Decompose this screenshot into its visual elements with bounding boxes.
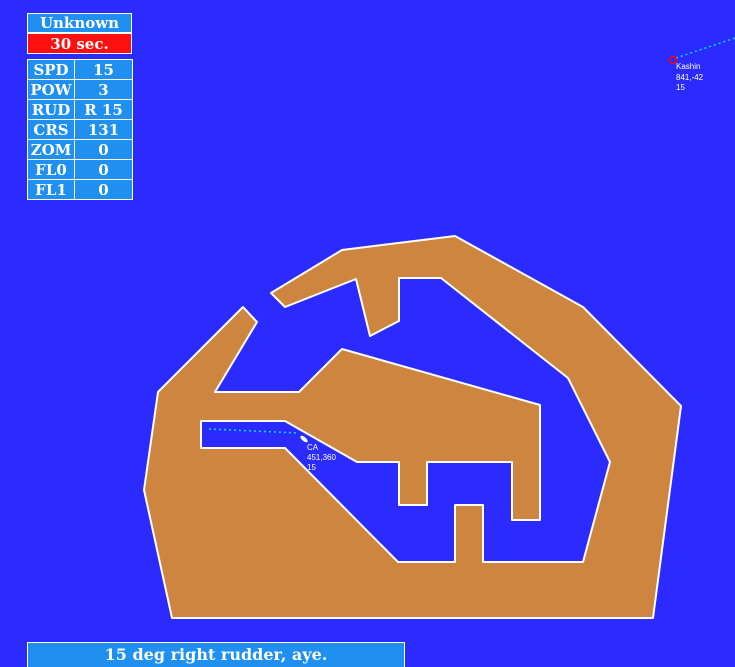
harbor-landmass — [143, 235, 682, 619]
stat-value: 3 — [74, 79, 133, 100]
ship-name-label: Unknown — [27, 13, 132, 33]
enemy-ship[interactable]: Kashin 841,-42 15 — [668, 37, 735, 92]
stat-value: 0 — [74, 159, 133, 180]
enemy-speed: 15 — [676, 83, 685, 92]
stat-row-speed: SPD 15 — [27, 59, 133, 80]
enemy-coords: 841,-42 — [676, 73, 704, 82]
stat-row-power: POW 3 — [27, 79, 133, 100]
stat-key: RUD — [27, 99, 75, 120]
stat-key: FL0 — [27, 159, 75, 180]
command-message-bar: 15 deg right rudder, aye. — [27, 642, 405, 667]
player-wake — [208, 428, 299, 434]
player-label: CA — [307, 443, 319, 452]
player-coords: 451,360 — [307, 453, 336, 462]
stat-value: 131 — [74, 119, 133, 140]
turn-timer: 30 sec. — [27, 33, 132, 54]
enemy-wake — [675, 37, 735, 59]
stat-row-fl0: FL0 0 — [27, 159, 133, 180]
player-speed: 15 — [307, 463, 316, 472]
ship-stats-table: SPD 15 POW 3 RUD R 15 CRS 131 ZOM 0 FL0 … — [27, 59, 133, 200]
stat-value: 0 — [74, 139, 133, 160]
stat-key: POW — [27, 79, 75, 100]
stat-value: 0 — [74, 179, 133, 200]
stat-value: 15 — [74, 59, 133, 80]
stat-row-rudder: RUD R 15 — [27, 99, 133, 120]
stat-row-zoom: ZOM 0 — [27, 139, 133, 160]
stat-row-course: CRS 131 — [27, 119, 133, 140]
stat-key: CRS — [27, 119, 75, 140]
stat-key: SPD — [27, 59, 75, 80]
stat-value: R 15 — [74, 99, 133, 120]
stat-key: ZOM — [27, 139, 75, 160]
stat-row-fl1: FL1 0 — [27, 179, 133, 200]
stat-key: FL1 — [27, 179, 75, 200]
enemy-label: Kashin — [676, 62, 700, 71]
